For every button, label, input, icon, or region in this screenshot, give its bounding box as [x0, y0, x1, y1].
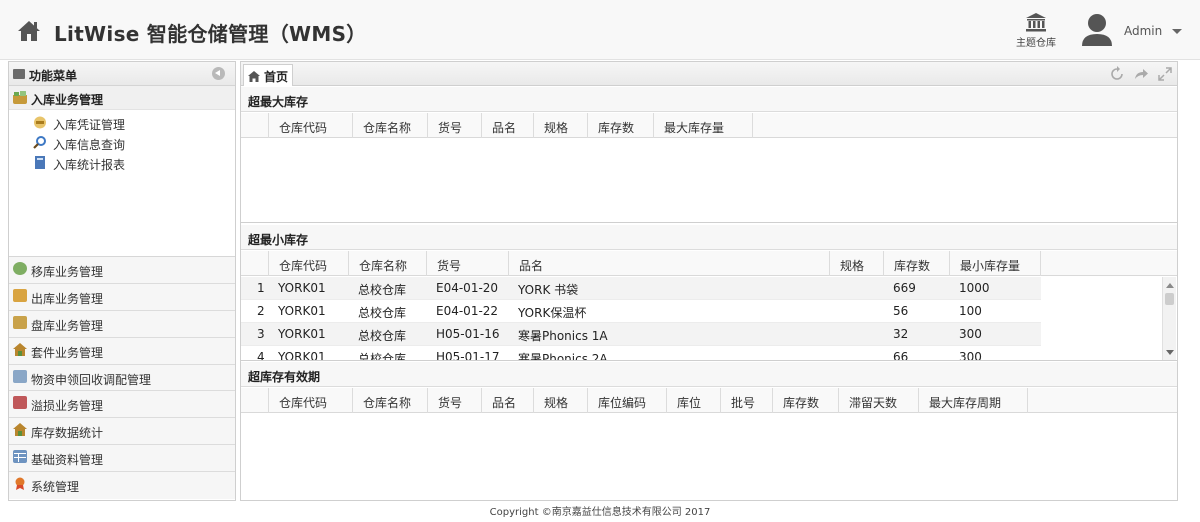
table-row[interactable]: 4 YORK01 总校仓库 H05-01-17 寒暑Phonics 2A 66 …: [241, 346, 1041, 360]
column-header[interactable]: 规格: [533, 388, 587, 413]
medal-icon: [15, 477, 25, 491]
requisition-icon: [13, 369, 27, 383]
scroll-up-icon[interactable]: [1166, 283, 1174, 288]
menu-group-system[interactable]: 系统管理: [9, 472, 235, 500]
box-count-icon: [13, 315, 27, 329]
transfer-icon: [13, 262, 27, 275]
scroll-thumb[interactable]: [1165, 293, 1174, 305]
share-icon[interactable]: [1133, 66, 1149, 82]
column-header[interactable]: 库存数: [772, 388, 838, 413]
menu-title: 功能菜单: [29, 69, 78, 83]
column-header[interactable]: 货号: [426, 251, 508, 276]
column-header[interactable]: 规格: [533, 113, 587, 138]
menu-icon: [13, 69, 25, 79]
column-header[interactable]: 库位: [666, 388, 720, 413]
max-stock-table-header: 仓库代码 仓库名称 货号 品名 规格 库存数 最大库存量: [241, 113, 1177, 138]
column-header[interactable]: 仓库名称: [348, 251, 426, 276]
main-content-panel: 首页 超最大库存 仓库代码 仓库名称 货号 品名 规格 库存数 最大库存量 超最…: [240, 61, 1178, 501]
stats-house-icon: [13, 423, 27, 437]
table-row[interactable]: 2 YORK01 总校仓库 E04-01-22 YORK保温杯 56 100: [241, 300, 1041, 323]
box-out-icon: [13, 288, 27, 302]
column-header[interactable]: 最大库存量: [653, 113, 753, 138]
menu-group-label: 入库业务管理: [31, 93, 104, 107]
column-header[interactable]: 库存数: [883, 251, 949, 276]
menu-group-requisition[interactable]: 物资申领回收调配管理: [9, 364, 235, 392]
inbound-submenu: 入库凭证管理 入库信息查询 入库统计报表: [9, 110, 235, 257]
footer-copyright: Copyright ©南京嘉益仕信息技术有限公司 2017: [489, 507, 711, 518]
theme-label: 主题仓库: [1016, 38, 1056, 49]
expiry-table-header: 仓库代码 仓库名称 货号 品名 规格 库位编码 库位 批号 库存数 滞留天数 最…: [241, 388, 1177, 413]
section-expiry-title: 超库存有效期: [241, 362, 1177, 387]
table-row[interactable]: 1 YORK01 总校仓库 E04-01-20 YORK 书袋 669 1000: [241, 277, 1041, 300]
scroll-down-icon[interactable]: [1166, 350, 1174, 355]
function-menu-panel: 功能菜单 入库业务管理 入库凭证管理 入库信息查询 入库统计报表 移库业务管理 …: [8, 61, 236, 501]
menu-group-loss[interactable]: 溢损业务管理: [9, 391, 235, 419]
app-title: LitWise 智能仓储管理（WMS）: [54, 22, 367, 46]
column-header[interactable]: 仓库代码: [268, 113, 352, 138]
menu-group-stock-stats[interactable]: 库存数据统计: [9, 418, 235, 446]
menu-group-outbound[interactable]: 出库业务管理: [9, 283, 235, 311]
menu-group-inventory-count[interactable]: 盘库业务管理: [9, 310, 235, 338]
menu-group-inbound[interactable]: 入库业务管理: [9, 86, 235, 110]
chevron-down-icon: [1172, 29, 1182, 34]
column-header[interactable]: 货号: [427, 113, 481, 138]
home-icon[interactable]: [16, 18, 42, 44]
theme-warehouse-button[interactable]: 主题仓库: [1010, 8, 1062, 54]
magnifier-icon: [33, 136, 46, 149]
bank-icon: [1026, 13, 1046, 32]
menu-header: 功能菜单: [9, 62, 235, 86]
menu-group-transfer[interactable]: 移库业务管理: [9, 257, 235, 284]
menu-group-kit[interactable]: 套件业务管理: [9, 337, 235, 365]
column-header[interactable]: 最小库存量: [949, 251, 1041, 276]
grid-icon: [13, 450, 27, 464]
column-header[interactable]: 仓库名称: [352, 388, 427, 413]
voucher-icon: [34, 116, 46, 129]
report-icon: [35, 156, 45, 169]
table-row[interactable]: 3 YORK01 总校仓库 H05-01-16 寒暑Phonics 1A 32 …: [241, 323, 1041, 346]
kit-house-icon: [13, 342, 27, 356]
user-menu[interactable]: Admin: [1080, 10, 1190, 52]
column-header[interactable]: 仓库名称: [352, 113, 427, 138]
section-min-stock-title: 超最小库存: [241, 225, 1177, 250]
refresh-icon[interactable]: [1109, 66, 1125, 82]
inbound-box-icon: [13, 91, 27, 104]
column-header[interactable]: 仓库代码: [268, 251, 348, 276]
tab-home[interactable]: 首页: [243, 64, 293, 86]
column-header[interactable]: 批号: [720, 388, 772, 413]
column-header[interactable]: 品名: [481, 113, 533, 138]
avatar-icon: [1082, 14, 1112, 46]
column-header[interactable]: 仓库代码: [268, 388, 352, 413]
user-name: Admin: [1124, 24, 1163, 38]
loss-icon: [13, 396, 27, 410]
fullscreen-icon[interactable]: [1157, 66, 1173, 82]
max-stock-table-body: [241, 139, 1177, 223]
column-header[interactable]: 规格: [829, 251, 883, 276]
column-header[interactable]: 品名: [508, 251, 829, 276]
menu-group-basic-data[interactable]: 基础资料管理: [9, 445, 235, 473]
collapse-sidebar-icon[interactable]: [212, 67, 225, 80]
home-icon: [248, 71, 260, 82]
top-header: LitWise 智能仓储管理（WMS） 主题仓库 Admin: [0, 0, 1200, 60]
vertical-scrollbar[interactable]: [1162, 277, 1176, 360]
wms-app: LitWise 智能仓储管理（WMS） 主题仓库 Admin 功能菜单 入库业务…: [0, 0, 1200, 522]
column-header[interactable]: 滞留天数: [838, 388, 918, 413]
expiry-table-body: [241, 414, 1177, 500]
section-max-stock-title: 超最大库存: [241, 87, 1177, 112]
column-header[interactable]: 品名: [481, 388, 533, 413]
column-header[interactable]: 库存数: [587, 113, 653, 138]
min-stock-table-header: 仓库代码 仓库名称 货号 品名 规格 库存数 最小库存量: [241, 251, 1177, 276]
column-header[interactable]: 货号: [427, 388, 481, 413]
min-stock-table-body: 1 YORK01 总校仓库 E04-01-20 YORK 书袋 669 1000…: [241, 277, 1177, 361]
column-header[interactable]: 库位编码: [587, 388, 666, 413]
column-header[interactable]: 最大库存周期: [918, 388, 1028, 413]
tab-bar: 首页: [241, 62, 1177, 86]
